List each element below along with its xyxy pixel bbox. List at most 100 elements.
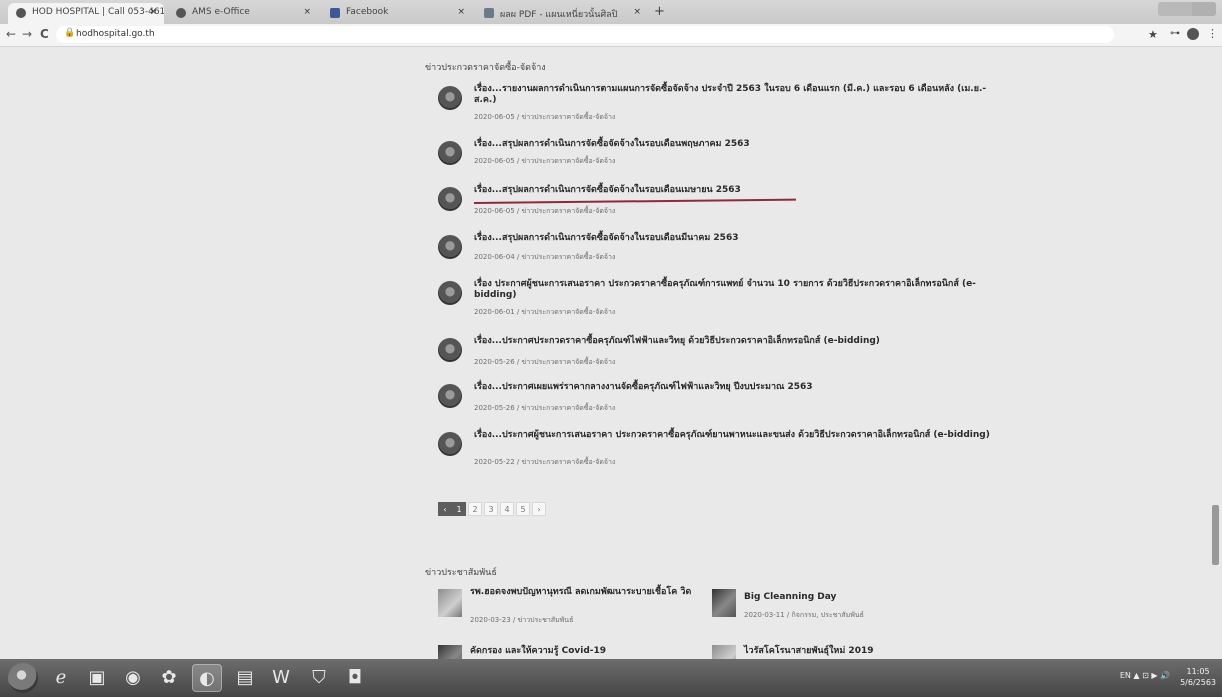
bookmark-star-icon[interactable]: ★ <box>1148 28 1158 41</box>
pr-thumbnail[interactable] <box>438 589 462 617</box>
page-3-button[interactable]: 3 <box>484 502 498 516</box>
news-meta: 2020-05-26 / ข่าวประกวดราคาจัดซื้อ-จัดจ้… <box>474 404 616 412</box>
tab-close-icon[interactable]: × <box>149 7 157 17</box>
hospital-logo-icon <box>438 432 462 456</box>
pr-thumbnail[interactable] <box>712 589 736 617</box>
page-content: ข่าวประกวดราคาจัดซื้อ-จัดจ้าง เรื่อง...ร… <box>0 47 1222 659</box>
tab-pdf[interactable]: ผลผ PDF - แผนเหนี่ยวนั้นศิลปิ × <box>476 3 648 24</box>
news-meta: 2020-05-22 / ข่าวประกวดราคาจัดซื้อ-จัดจ้… <box>474 458 616 466</box>
taskbar-clock[interactable]: 11:05 5/6/2563 <box>1180 666 1216 688</box>
forward-button[interactable]: → <box>22 27 32 41</box>
pr-category[interactable]: ข่าวประชาสัมพันธ์ <box>518 616 574 624</box>
tab-hod-hospital[interactable]: HOD HOSPITAL | Call 053-46100 × <box>8 3 164 24</box>
pr-title[interactable]: คัดกรอง และให้ความรู้ Covid-19 <box>470 646 718 657</box>
profile-avatar[interactable] <box>1187 28 1199 40</box>
pr-thumbnail[interactable] <box>438 645 462 659</box>
page-1-button[interactable]: 1 <box>452 502 466 516</box>
tab-facebook[interactable]: Facebook × <box>322 3 472 24</box>
pdf-icon <box>484 8 494 18</box>
url-text: hodhospital.go.th <box>76 29 155 39</box>
globe-icon <box>176 8 186 18</box>
news-category[interactable]: ข่าวประกวดราคาจัดซื้อ-จัดจ้าง <box>522 308 616 316</box>
tab-title: AMS e-Office <box>192 7 250 17</box>
key-icon[interactable]: ⊶ <box>1170 28 1180 39</box>
taskbar: ℯ ▣ ◉ ✿ ◐ ▤ W ⛉ ◘ EN ▲ ⊡ ▶ 🔊 11:05 5/6/2… <box>0 659 1222 697</box>
chrome-icon[interactable]: ◐ <box>192 664 222 692</box>
tab-close-icon[interactable]: × <box>303 7 311 17</box>
app-icon[interactable]: ◉ <box>118 664 148 692</box>
chat-app-icon[interactable]: ◘ <box>340 664 370 692</box>
window-controls[interactable] <box>1158 2 1216 16</box>
clock-date: 5/6/2563 <box>1180 678 1216 687</box>
news-title[interactable]: เรื่อง...รายงานผลการดำเนินการตามแผนการจั… <box>474 84 994 106</box>
news-meta: 2020-06-05 / ข่าวประกวดราคาจัดซื้อ-จัดจ้… <box>474 157 616 165</box>
lock-icon: 🔒 <box>64 28 76 38</box>
news-category[interactable]: ข่าวประกวดราคาจัดซื้อ-จัดจ้าง <box>522 358 616 366</box>
news-meta: 2020-06-05 / ข่าวประกวดราคาจัดซื้อ-จัดจ้… <box>474 207 616 215</box>
tab-title: ผลผ PDF - แผนเหนี่ยวนั้นศิลปิ <box>500 10 618 20</box>
pr-title[interactable]: รพ.ฮอดจงพบปัญหานุทรณี ลดเกมพัฒนาระบายเชื… <box>470 587 720 598</box>
pagination-next-button[interactable]: › <box>532 502 546 516</box>
news-category[interactable]: ข่าวประกวดราคาจัดซื้อ-จัดจ้าง <box>522 253 616 261</box>
news-category[interactable]: ข่าวประกวดราคาจัดซื้อ-จัดจ้าง <box>522 157 616 165</box>
page-5-button[interactable]: 5 <box>516 502 530 516</box>
tab-ams-e-office[interactable]: AMS e-Office × <box>168 3 318 24</box>
pr-date: 2020-03-23 <box>470 616 511 624</box>
news-title[interactable]: เรื่อง...ประกาศผู้ชนะการเสนอราคา ประกวดร… <box>474 430 994 441</box>
news-title[interactable]: เรื่อง ประกาศผู้ชนะการเสนอราคา ประกวดราค… <box>474 279 994 301</box>
pr-item[interactable]: ไวรัสโคโรนาสายพันธุ์ใหม่ 2019 <box>712 643 992 659</box>
news-title[interactable]: เรื่อง...สรุปผลการดำเนินการจัดซื้อจัดจ้า… <box>474 233 994 244</box>
news-title[interactable]: เรื่อง...ประกาศประกวดราคาซื้อครุภัณฑ์ไฟฟ… <box>474 336 994 347</box>
page-scrollbar[interactable] <box>1211 55 1220 655</box>
pr-item[interactable]: คัดกรอง และให้ความรู้ Covid-19 <box>438 643 718 659</box>
pr-title[interactable]: Big Cleanning Day <box>744 592 994 603</box>
explorer-icon[interactable]: ▤ <box>230 664 260 692</box>
clock-time: 11:05 <box>1186 667 1210 676</box>
hospital-logo-icon <box>438 281 462 305</box>
news-category[interactable]: ข่าวประกวดราคาจัดซื้อ-จัดจ้าง <box>522 404 616 412</box>
hospital-logo-icon <box>438 384 462 408</box>
facebook-icon <box>330 8 340 18</box>
window-close-icon[interactable] <box>1192 2 1216 16</box>
pr-category[interactable]: กิจกรรม, ประชาสัมพันธ์ <box>792 611 864 619</box>
pr-title[interactable]: ไวรัสโคโรนาสายพันธุ์ใหม่ 2019 <box>744 646 992 657</box>
ie-icon[interactable]: ℯ <box>46 664 76 692</box>
media-player-icon[interactable]: ▣ <box>82 664 112 692</box>
pr-meta: 2020-03-11 / กิจกรรม, ประชาสัมพันธ์ <box>744 611 864 619</box>
new-tab-button[interactable]: + <box>654 4 665 19</box>
hospital-logo-icon <box>438 338 462 362</box>
reload-button[interactable]: C <box>40 27 49 41</box>
news-meta: 2020-06-01 / ข่าวประกวดราคาจัดซื้อ-จัดจ้… <box>474 308 616 316</box>
news-date: 2020-06-05 <box>474 113 515 121</box>
pr-item[interactable]: รพ.ฮอดจงพบปัญหานุทรณี ลดเกมพัฒนาระบายเชื… <box>438 587 720 624</box>
pr-thumbnail[interactable] <box>712 645 736 659</box>
tab-bar: HOD HOSPITAL | Call 053-46100 × AMS e-Of… <box>0 0 1222 24</box>
news-category[interactable]: ข่าวประกวดราคาจัดซื้อ-จัดจ้าง <box>522 207 616 215</box>
address-bar: ← → C 🔒 hodhospital.go.th ★ ⊶ ⋮ <box>0 24 1222 47</box>
paint-icon[interactable]: ✿ <box>154 664 184 692</box>
scrollbar-thumb[interactable] <box>1212 505 1219 565</box>
news-title[interactable]: เรื่อง...สรุปผลการดำเนินการจัดซื้อจัดจ้า… <box>474 185 994 196</box>
news-title[interactable]: เรื่อง...สรุปผลการดำเนินการจัดซื้อจัดจ้า… <box>474 139 994 150</box>
page-2-button[interactable]: 2 <box>468 502 482 516</box>
tab-title: HOD HOSPITAL | Call 053-46100 <box>32 7 164 17</box>
news-meta: 2020-05-26 / ข่าวประกวดราคาจัดซื้อ-จัดจ้… <box>474 358 616 366</box>
pr-date: 2020-03-11 <box>744 611 785 619</box>
news-category[interactable]: ข่าวประกวดราคาจัดซื้อ-จัดจ้าง <box>522 113 616 121</box>
page-4-button[interactable]: 4 <box>500 502 514 516</box>
back-button[interactable]: ← <box>6 27 16 41</box>
pagination-prev-button[interactable]: ‹ <box>438 502 452 516</box>
browser-menu-icon[interactable]: ⋮ <box>1207 27 1218 40</box>
news-date: 2020-06-05 <box>474 157 515 165</box>
tab-close-icon[interactable]: × <box>457 7 465 17</box>
news-title[interactable]: เรื่อง...ประกาศเผยแพร่ราคากลางงานจัดซื้อ… <box>474 382 994 393</box>
shield-app-icon[interactable]: ⛉ <box>304 664 334 692</box>
url-input[interactable]: 🔒 hodhospital.go.th <box>56 26 1114 43</box>
word-icon[interactable]: W <box>266 664 296 692</box>
system-tray[interactable]: EN ▲ ⊡ ▶ 🔊 <box>1120 671 1170 680</box>
pr-item[interactable]: Big Cleanning Day 2020-03-11 / กิจกรรม, … <box>712 587 992 621</box>
start-button[interactable] <box>8 663 38 693</box>
hospital-logo-icon <box>438 235 462 259</box>
tab-close-icon[interactable]: × <box>633 7 641 17</box>
news-category[interactable]: ข่าวประกวดราคาจัดซื้อ-จัดจ้าง <box>522 458 616 466</box>
